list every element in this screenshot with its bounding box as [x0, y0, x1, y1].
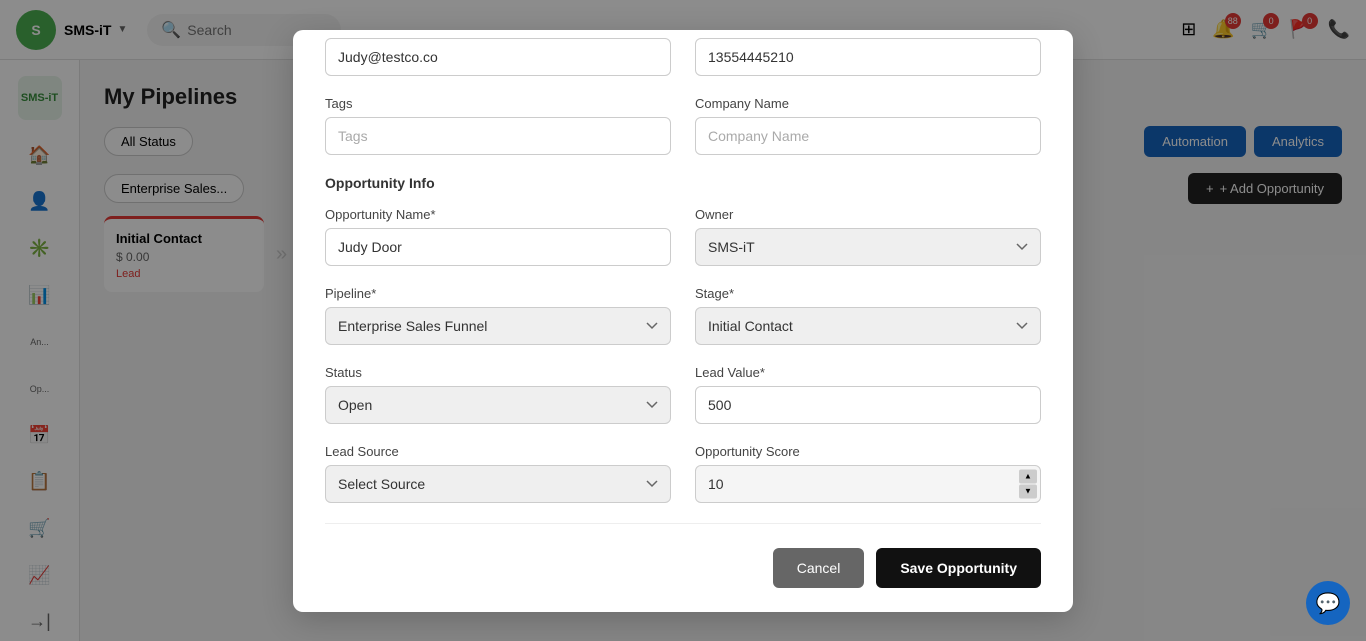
modal-divider — [325, 523, 1041, 524]
status-group: Status Open — [325, 365, 671, 424]
modal-footer: Cancel Save Opportunity — [293, 548, 1073, 588]
top-fields-row — [293, 30, 1073, 76]
tags-label: Tags — [325, 96, 671, 111]
score-decrement-button[interactable]: ▼ — [1019, 484, 1037, 498]
owner-group: Owner SMS-iT — [695, 207, 1041, 266]
status-select[interactable]: Open — [325, 386, 671, 424]
chat-button[interactable]: 💬 — [1306, 581, 1350, 625]
chat-icon: 💬 — [1316, 591, 1341, 616]
phone-field[interactable] — [695, 38, 1041, 76]
opp-name-group: Opportunity Name* — [325, 207, 671, 266]
lead-value-input[interactable] — [695, 386, 1041, 424]
pipeline-group: Pipeline* Enterprise Sales Funnel — [325, 286, 671, 345]
opp-score-label: Opportunity Score — [695, 444, 1041, 459]
company-name-group: Company Name — [695, 96, 1041, 155]
pipeline-stage-row: Pipeline* Enterprise Sales Funnel Stage*… — [293, 286, 1073, 345]
opportunity-info-label: Opportunity Info — [293, 175, 1073, 191]
score-increment-button[interactable]: ▲ — [1019, 469, 1037, 483]
email-field[interactable] — [325, 38, 671, 76]
stage-label: Stage* — [695, 286, 1041, 301]
modal-overlay[interactable]: Tags Company Name Opportunity Info Oppor… — [0, 0, 1366, 641]
tags-input[interactable] — [325, 117, 671, 155]
phone-group — [695, 38, 1041, 76]
status-leadvalue-row: Status Open Lead Value* — [293, 365, 1073, 424]
tags-group: Tags — [325, 96, 671, 155]
stage-select[interactable]: Initial Contact — [695, 307, 1041, 345]
pipeline-select[interactable]: Enterprise Sales Funnel — [325, 307, 671, 345]
opp-score-wrapper: ▲ ▼ — [695, 465, 1041, 503]
lead-value-group: Lead Value* — [695, 365, 1041, 424]
status-label: Status — [325, 365, 671, 380]
opp-name-owner-row: Opportunity Name* Owner SMS-iT — [293, 207, 1073, 266]
opp-name-label: Opportunity Name* — [325, 207, 671, 222]
stage-group: Stage* Initial Contact — [695, 286, 1041, 345]
opp-name-input[interactable] — [325, 228, 671, 266]
lead-value-label: Lead Value* — [695, 365, 1041, 380]
opp-score-input[interactable] — [695, 465, 1041, 503]
save-opportunity-button[interactable]: Save Opportunity — [876, 548, 1041, 588]
company-name-input[interactable] — [695, 117, 1041, 155]
company-name-label: Company Name — [695, 96, 1041, 111]
pipeline-label: Pipeline* — [325, 286, 671, 301]
lead-source-label: Lead Source — [325, 444, 671, 459]
owner-label: Owner — [695, 207, 1041, 222]
email-group — [325, 38, 671, 76]
cancel-button[interactable]: Cancel — [773, 548, 865, 588]
score-spinners: ▲ ▼ — [1019, 469, 1037, 498]
owner-select[interactable]: SMS-iT — [695, 228, 1041, 266]
lead-source-select[interactable]: Select Source — [325, 465, 671, 503]
leadsource-score-row: Lead Source Select Source Opportunity Sc… — [293, 444, 1073, 503]
opp-score-group: Opportunity Score ▲ ▼ — [695, 444, 1041, 503]
lead-source-group: Lead Source Select Source — [325, 444, 671, 503]
add-opportunity-modal: Tags Company Name Opportunity Info Oppor… — [293, 30, 1073, 612]
tags-company-row: Tags Company Name — [293, 96, 1073, 155]
